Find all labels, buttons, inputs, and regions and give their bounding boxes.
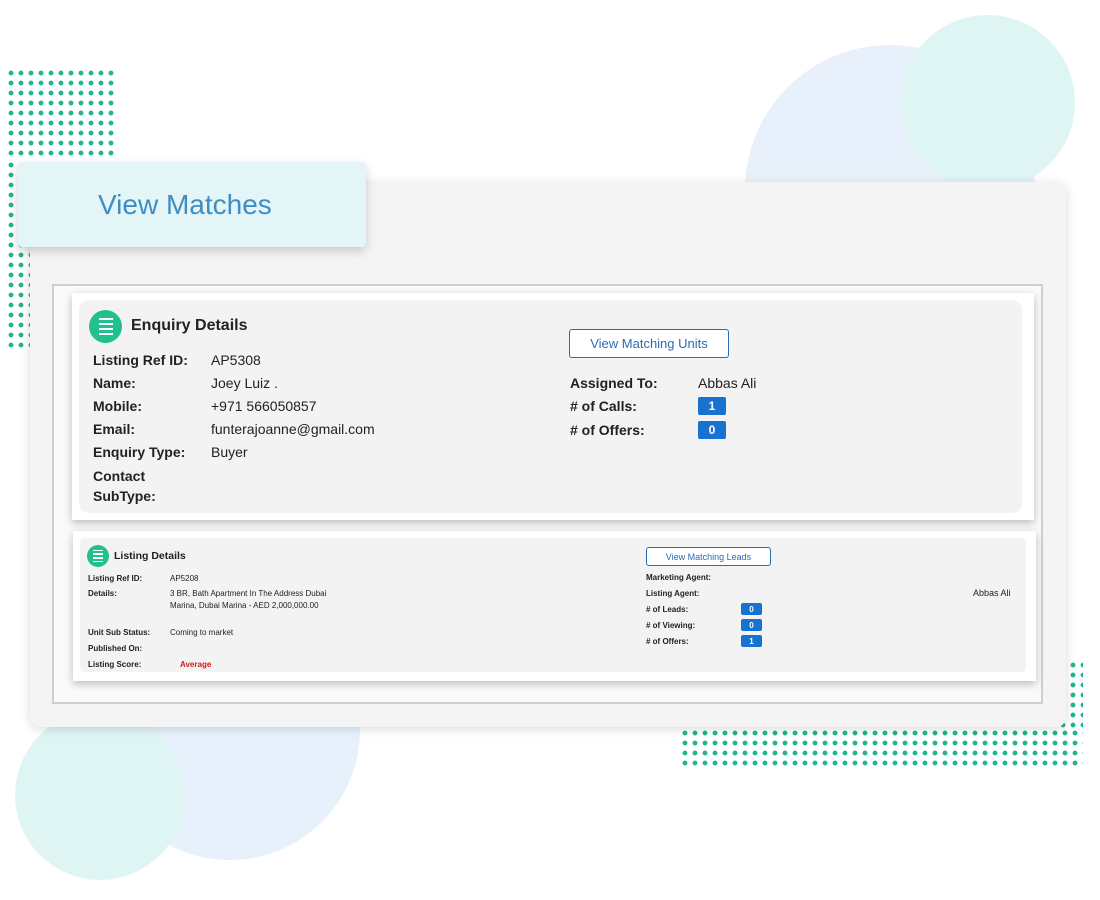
field-label: Email: <box>93 421 136 437</box>
listing-ref-value: AP5208 <box>170 574 199 583</box>
field-label: Listing Ref ID: <box>88 574 143 583</box>
assigned-to-label: Assigned To: <box>570 375 658 391</box>
field-label: Details: <box>88 589 117 598</box>
field-label: Published On: <box>88 644 143 653</box>
marketing-agent-label: Marketing Agent: <box>646 573 712 582</box>
listing-ref-value: AP5308 <box>211 352 261 368</box>
view-matching-leads-button[interactable]: View Matching Leads <box>646 547 771 566</box>
field-label: Unit Sub Status: <box>88 628 151 637</box>
list-icon <box>87 545 109 567</box>
enquiry-details-title: Enquiry Details <box>131 317 248 334</box>
field-label: Listing Score: <box>88 660 142 669</box>
mobile-value: +971 566050857 <box>211 398 317 414</box>
enquiry-details-card: Enquiry Details Listing Ref ID: AP5308 N… <box>72 293 1034 520</box>
listing-details-card: Listing Details Listing Ref ID: AP5208 D… <box>73 531 1036 681</box>
field-label: Enquiry Type: <box>93 444 186 460</box>
offers-label: # of Offers: <box>570 422 645 438</box>
viewing-label: # of Viewing: <box>646 621 696 630</box>
name-value: Joey Luiz . <box>211 375 278 391</box>
field-label: Listing Ref ID: <box>93 352 188 368</box>
calls-count-badge: 1 <box>698 397 726 415</box>
viewing-count-badge: 0 <box>741 619 762 631</box>
decor-dots <box>6 68 114 160</box>
enquiry-details-body: Enquiry Details Listing Ref ID: AP5308 N… <box>79 300 1022 513</box>
leads-label: # of Leads: <box>646 605 689 614</box>
offers-label: # of Offers: <box>646 637 689 646</box>
decor-circle <box>900 15 1075 190</box>
leads-count-badge: 0 <box>741 603 762 615</box>
listing-details-body: Listing Details Listing Ref ID: AP5208 D… <box>80 538 1026 672</box>
list-icon <box>89 310 122 343</box>
calls-label: # of Calls: <box>570 398 637 414</box>
email-value: funterajoanne@gmail.com <box>211 421 375 437</box>
listing-details-title: Listing Details <box>114 550 186 562</box>
unit-sub-status-value: Coming to market <box>170 628 234 637</box>
page-title-card: View Matches <box>18 162 366 247</box>
decor-circle <box>15 710 185 880</box>
field-label: Contact SubType: <box>93 468 156 504</box>
offers-count-badge: 0 <box>698 421 726 439</box>
assigned-to-value: Abbas Ali <box>698 375 757 391</box>
listing-agent-label: Listing Agent: <box>646 589 700 598</box>
listing-agent-value: Abbas Ali <box>973 588 1011 598</box>
page-title: View Matches <box>98 188 272 220</box>
decor-dots <box>680 728 1083 768</box>
details-value: 3 BR, Bath Apartment In The Address Duba… <box>170 589 327 610</box>
enquiry-type-value: Buyer <box>211 444 248 460</box>
field-label: Mobile: <box>93 398 142 414</box>
view-matching-units-button[interactable]: View Matching Units <box>569 329 729 358</box>
listing-score-value: Average <box>180 660 212 669</box>
offers-count-badge: 1 <box>741 635 762 647</box>
field-label: Name: <box>93 375 136 391</box>
